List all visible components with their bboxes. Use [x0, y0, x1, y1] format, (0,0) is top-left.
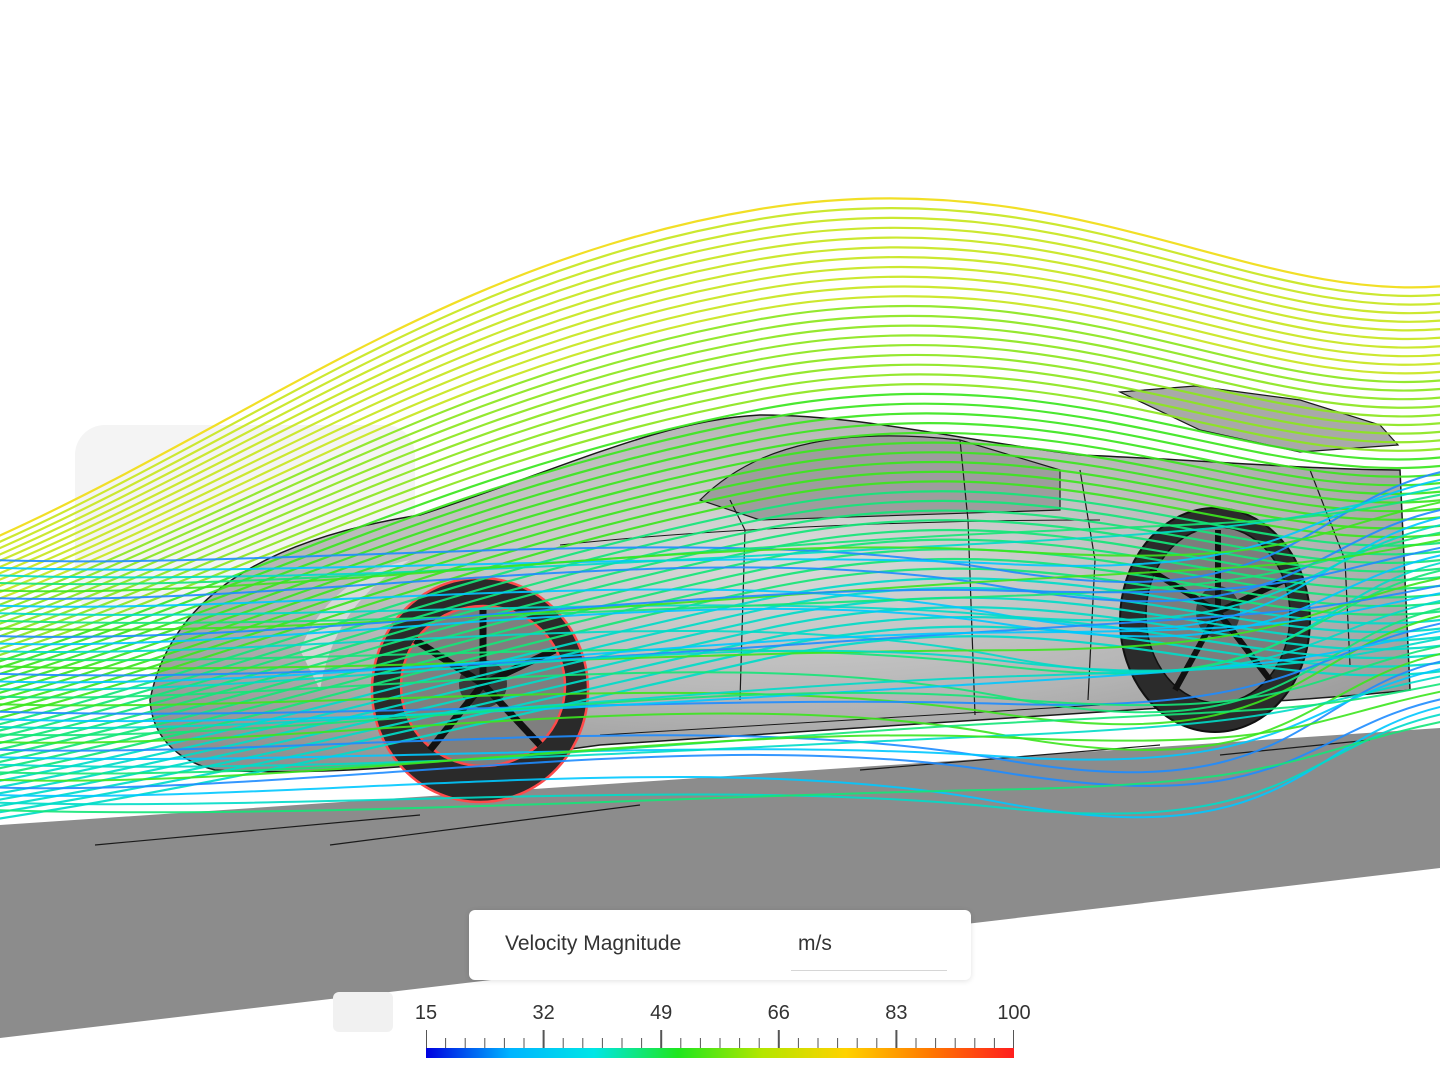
colorbar-tick-label: 66: [767, 1002, 790, 1024]
legend-tab[interactable]: [333, 992, 393, 1032]
colorbar-tick-label: 100: [997, 1002, 1031, 1024]
colorbar-tick-label: 83: [885, 1002, 908, 1024]
velocity-legend-card: Velocity Magnitude m/s: [469, 910, 971, 980]
legend-title: Velocity Magnitude: [505, 932, 682, 955]
legend-unit-underline: [791, 970, 947, 971]
colorbar-tick-label: 15: [414, 1002, 438, 1024]
colorbar-tick-label: 32: [532, 1002, 555, 1024]
legend-unit-selector[interactable]: m/s: [798, 932, 832, 956]
3d-viewport[interactable]: Velocity Magnitude m/s 15 32 49 66 83 100: [0, 0, 1440, 1080]
colorbar-tick-marks: [426, 1030, 1014, 1048]
colorbar-tick-label: 49: [650, 1002, 673, 1024]
